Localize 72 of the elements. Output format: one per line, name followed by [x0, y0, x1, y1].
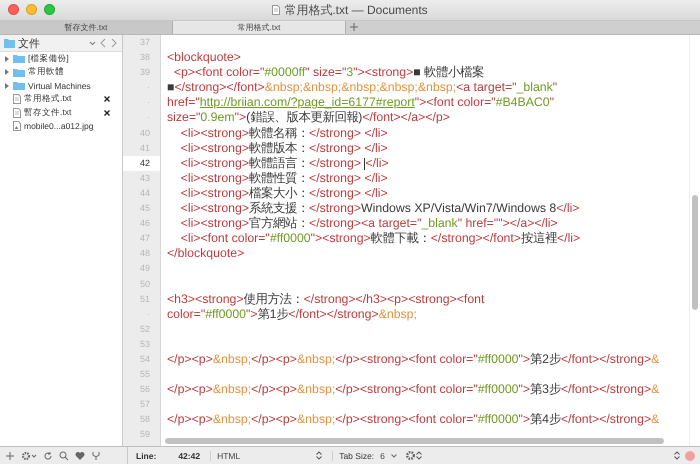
sidebar-item[interactable]: mobile0...a012.jpg	[24, 121, 122, 132]
gear-icon[interactable]	[21, 450, 37, 460]
line-number: ·	[146, 111, 151, 124]
plus-icon	[349, 22, 359, 32]
heart-icon[interactable]	[75, 450, 85, 460]
up-down-arrows-icon[interactable]	[316, 451, 322, 460]
code-line: size="0.9em">(錯誤、版本更新回報)</font></a></p>	[167, 110, 451, 126]
status-indicator-icon	[685, 450, 695, 460]
code-line: color="#ff0000">第1步</font></strong>&nbsp;	[167, 306, 418, 322]
horizontal-scrollbar[interactable]	[165, 438, 664, 444]
image-file-icon	[13, 121, 21, 132]
close-icon[interactable]	[104, 96, 110, 102]
gear-icon[interactable]	[404, 450, 416, 461]
vertical-scrollbar[interactable]	[692, 195, 698, 310]
sidebar-title[interactable]: 文件	[18, 36, 86, 50]
document-icon	[13, 94, 21, 104]
code-line: <li><strong>軟體性質：</strong> </li>	[180, 170, 389, 186]
sidebar-item[interactable]: 常用格式.txt	[24, 93, 101, 106]
sidebar-item[interactable]: 常用軟體	[28, 66, 122, 78]
up-down-arrows-icon[interactable]	[416, 451, 422, 460]
tab[interactable]: 常用格式.txt	[173, 21, 346, 34]
code-line: <h3><strong>使用方法：</strong></h3><p><strong><font	[167, 292, 486, 307]
folder-icon	[13, 54, 25, 64]
code-line: <li><strong>官方網站：</strong><a target="_blank" href=""></a></li>	[180, 216, 559, 232]
sidebar-item[interactable]: [檔案備份]	[28, 52, 122, 65]
code-line: <li><strong>軟體語言：</strong> </li>	[180, 156, 390, 171]
plus-icon[interactable]	[5, 450, 15, 460]
disclosure-triangle-icon[interactable]	[4, 69, 10, 76]
chevron-down-icon[interactable]	[89, 40, 96, 46]
line-label: Line:	[135, 450, 156, 460]
close-button[interactable]	[8, 4, 19, 15]
code-line: </blockquote>	[167, 246, 246, 262]
up-down-arrows-icon[interactable]	[674, 451, 680, 460]
forward-icon[interactable]	[110, 38, 118, 48]
code-line: </p><p>&nbsp;</p><p>&nbsp;</p><strong><font color="#ff0000">第2步</font></strong>&	[167, 352, 660, 368]
tab-size-selector[interactable]: 6	[374, 450, 391, 460]
document-icon	[13, 108, 21, 118]
disclosure-triangle-icon[interactable]	[4, 82, 10, 89]
code-line: <li><strong>軟體名稱：</strong> </li>	[180, 126, 389, 141]
syntax-selector[interactable]: HTML	[210, 450, 246, 460]
folder-icon	[4, 38, 15, 48]
refresh-icon[interactable]	[43, 450, 53, 460]
code-line: <li><font color="#ff0000"><strong>軟體下載：</strong></font>按這裡</li>	[180, 231, 582, 246]
folder-icon	[13, 68, 25, 77]
code-line: </p><p>&nbsp;</p><p>&nbsp;</p><strong><font color="#ff0000">第3步</font></strong>&	[167, 382, 660, 398]
fork-icon[interactable]	[91, 450, 101, 460]
line-number: ·	[146, 81, 151, 94]
code-line: href="http://briian.com/?page_id=6177#report"><font color="#B4BAC0"	[167, 95, 556, 110]
document-icon	[272, 5, 280, 15]
code-line: <blockquote>	[167, 50, 242, 66]
sidebar-item[interactable]: 暫存文件.txt	[24, 106, 101, 119]
search-icon[interactable]	[59, 450, 69, 460]
line-number: 42	[123, 156, 160, 171]
back-icon[interactable]	[99, 38, 107, 48]
code-line: <li><strong>軟體版本：</strong> </li>	[180, 140, 389, 156]
line-number: ·	[146, 308, 151, 321]
code-line: <li><strong>檔案大小：</strong> </li>	[180, 186, 389, 202]
close-icon[interactable]	[104, 110, 110, 116]
code-line: </p><p>&nbsp;</p><p>&nbsp;</p><strong><font color="#ff0000">第4步</font></strong>&	[167, 412, 660, 428]
zoom-button[interactable]	[44, 4, 55, 15]
window-title: 常用格式.txt — Documents	[284, 2, 428, 18]
code-line: <p><font color="#0000ff" size="3"><strong>■ 軟體小檔案	[172, 65, 486, 80]
sidebar-item[interactable]: Virtual Machines	[28, 80, 122, 91]
disclosure-triangle-icon[interactable]	[4, 56, 10, 62]
code-line: <li><strong>系統支援：</strong>Windows XP/Vista/Win7/Windows 8</li>	[180, 201, 580, 216]
chevron-down-icon[interactable]	[390, 454, 397, 458]
tab[interactable]: 暫存文件.txt	[0, 21, 173, 34]
line-number: ·	[146, 96, 151, 110]
folder-icon	[13, 81, 25, 90]
cursor-position: 42:42	[177, 450, 200, 460]
tab-size-label: Tab Size:	[332, 450, 374, 460]
code-line: ■</strong></font>&nbsp;&nbsp;&nbsp;&nbsp;&nbsp;<a target="_blank"	[167, 80, 558, 96]
